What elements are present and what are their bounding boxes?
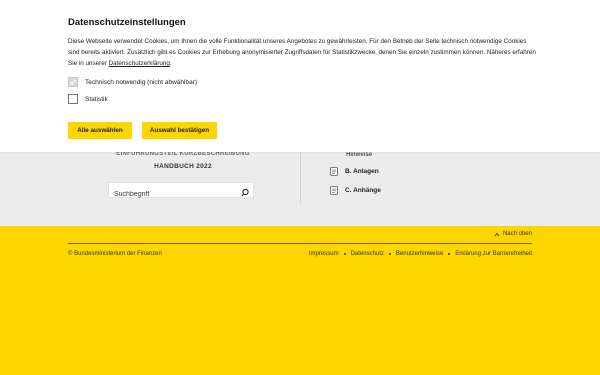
chevron-up-icon xyxy=(494,232,500,236)
search-input[interactable] xyxy=(109,187,229,202)
footer-link-benutzerhinweise[interactable]: Benutzerhinweise xyxy=(396,251,443,257)
toc-item-anhaenge[interactable]: C. Anhänge xyxy=(330,186,381,195)
handbook-subheading: HANDBUCH 2022 xyxy=(154,163,212,170)
option-statistics[interactable]: Statistik xyxy=(68,94,108,104)
footer-link-datenschutz[interactable]: Datenschutz xyxy=(351,251,384,257)
document-icon xyxy=(330,167,338,176)
toc-item-anlagen[interactable]: B. Anlagen xyxy=(330,167,379,176)
checkmark-icon xyxy=(70,79,77,85)
document-icon xyxy=(330,186,338,195)
cookie-consent-dialog: Datenschutzeinstellungen Diese Webseite … xyxy=(0,0,600,152)
dialog-title: Datenschutzeinstellungen xyxy=(68,17,186,28)
footer-link-barrierefreiheit[interactable]: Erklärung zur Barrierefreiheit xyxy=(455,251,532,257)
footer-links: Impressum Datenschutz Benutzerhinweise E… xyxy=(309,251,532,257)
footer-divider xyxy=(68,243,532,244)
necessary-checkbox xyxy=(68,77,78,87)
separator-dot xyxy=(448,253,451,255)
description-period: . xyxy=(169,60,172,67)
search-icon[interactable] xyxy=(240,185,250,197)
back-to-top-link[interactable]: Nach oben xyxy=(494,231,532,237)
toc-item-label: C. Anhänge xyxy=(345,187,381,194)
dialog-description: Diese Webseite verwendet Cookies, um Ihn… xyxy=(68,36,538,69)
separator-dot xyxy=(343,253,346,255)
separator-dot xyxy=(388,253,391,255)
toc-item-label: B. Anlagen xyxy=(345,168,379,175)
necessary-label: Technisch notwendig (nicht abwählbar) xyxy=(85,78,198,86)
copyright: © Bundesministerium der Finanzen xyxy=(68,251,162,257)
statistics-checkbox[interactable] xyxy=(68,94,78,104)
back-to-top-label: Nach oben xyxy=(502,231,532,237)
search-box xyxy=(108,182,254,202)
confirm-selection-button[interactable]: Auswahl bestätigen xyxy=(142,122,217,139)
privacy-policy-link[interactable]: Datenschutzerklärung xyxy=(109,60,170,67)
select-all-button[interactable]: Alle auswählen xyxy=(68,122,132,139)
statistics-label: Statistik xyxy=(85,95,108,103)
column-divider xyxy=(300,145,301,205)
footer-link-impressum[interactable]: Impressum xyxy=(309,251,339,257)
footer xyxy=(0,226,600,375)
option-necessary: Technisch notwendig (nicht abwählbar) xyxy=(68,77,197,87)
